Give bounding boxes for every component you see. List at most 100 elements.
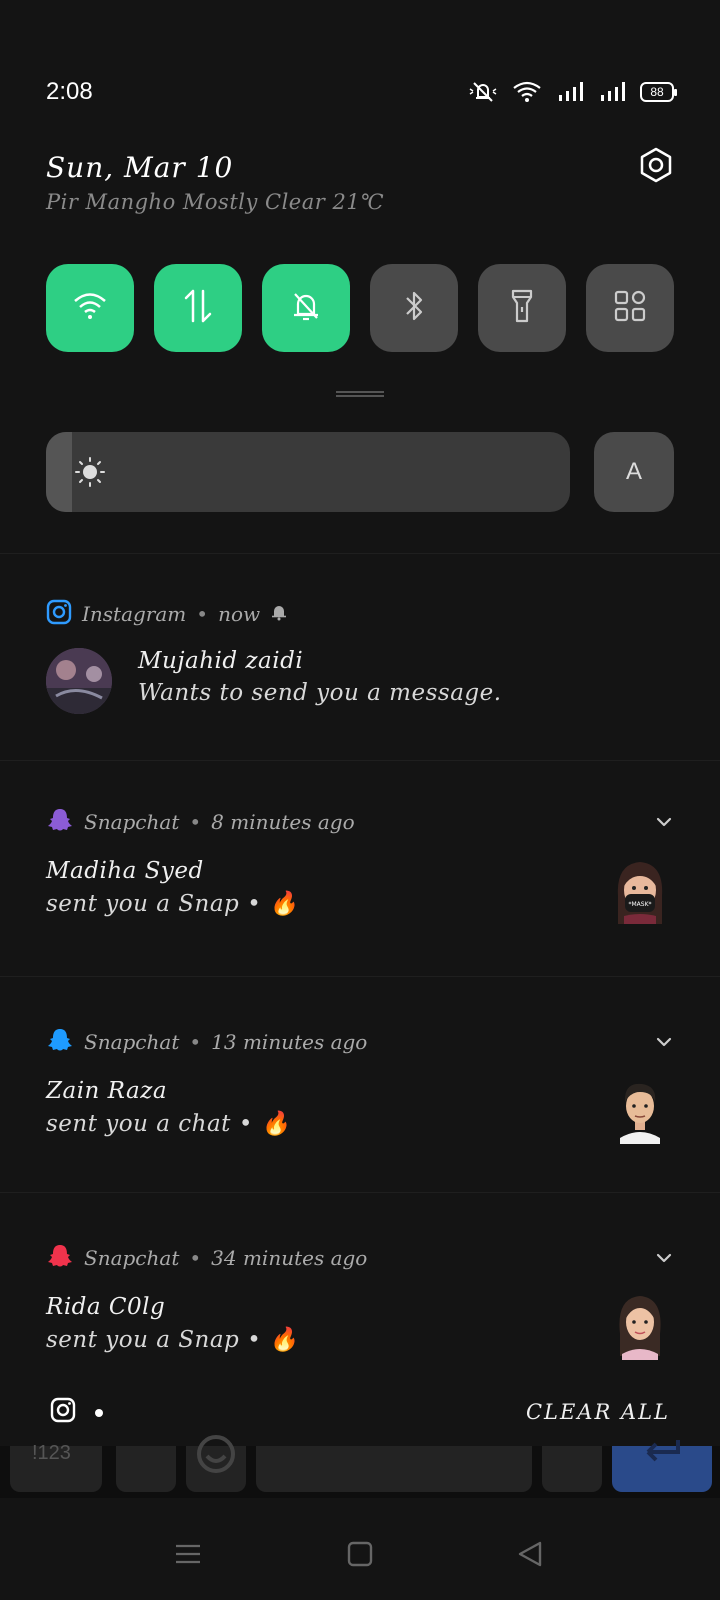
instagram-icon [46, 599, 72, 630]
notification-time: now [218, 602, 261, 626]
data-arrows-icon [180, 287, 216, 329]
separator-dot: • [247, 1326, 262, 1353]
settings-icon[interactable] [638, 147, 674, 187]
notification-snapchat[interactable]: Snapchat • 8 minutes ago Madiha Syed sen… [46, 808, 674, 924]
snapchat-icon [46, 1027, 74, 1058]
tile-more[interactable] [586, 264, 674, 352]
auto-brightness-button[interactable]: A [594, 432, 674, 512]
tile-flashlight[interactable] [478, 264, 566, 352]
clear-all-button[interactable]: CLEAR ALL [526, 1400, 670, 1424]
separator-dot: • [189, 1030, 202, 1054]
key-label: !123 [32, 1442, 71, 1464]
avatar [46, 648, 112, 714]
divider [0, 1192, 720, 1193]
svg-text:*MASK*: *MASK* [628, 901, 651, 908]
status-bar: 2:08 88 [46, 70, 677, 114]
notification-footer: CLEAR ALL [0, 1378, 720, 1446]
notification-time: 34 minutes ago [211, 1246, 368, 1270]
bluetooth-icon [399, 288, 429, 328]
divider [0, 553, 720, 554]
emoji-icon [197, 1435, 235, 1473]
notification-header: Snapchat • 13 minutes ago [46, 1028, 674, 1056]
notification-snapchat[interactable]: Snapchat • 13 minutes ago Zain Raza sent… [46, 1028, 674, 1144]
wifi-icon [72, 290, 108, 326]
keyboard-key: !123 [10, 1442, 102, 1492]
fire-emoji: 🔥 [261, 1111, 291, 1137]
notification-body-text: sent you a chat [46, 1110, 231, 1137]
bell-icon [270, 602, 288, 626]
status-icons: 88 [468, 80, 677, 104]
tile-bluetooth[interactable] [370, 264, 458, 352]
wifi-icon [512, 80, 542, 104]
notification-body: Wants to send you a message. [138, 680, 502, 706]
bitmoji-avatar [610, 1290, 670, 1360]
keyboard-key [542, 1446, 602, 1492]
notification-title: Zain Raza [46, 1078, 168, 1104]
weather-label: Pir Mangho Mostly Clear 21℃ [46, 190, 385, 214]
header-row: Sun, Mar 10 [46, 145, 674, 189]
tile-do-not-disturb[interactable] [262, 264, 350, 352]
notification-app-name: Snapchat [84, 1030, 180, 1054]
separator-dot: • [196, 602, 209, 626]
notification-time: 13 minutes ago [211, 1030, 368, 1054]
divider [0, 760, 720, 761]
sun-icon [74, 456, 106, 492]
quick-settings-tiles [46, 264, 674, 352]
notification-snapchat[interactable]: Snapchat • 34 minutes ago Rida C0lg sent… [46, 1244, 674, 1360]
separator-dot: • [189, 810, 202, 834]
chevron-down-icon[interactable] [654, 1032, 674, 1056]
keyboard-key [612, 1440, 712, 1492]
notification-title: Madiha Syed [46, 858, 204, 884]
chevron-down-icon[interactable] [654, 1248, 674, 1272]
notification-body: sent you a Snap • 🔥 [46, 1326, 674, 1354]
home-icon[interactable] [346, 1540, 374, 1572]
brightness-slider[interactable] [46, 432, 570, 512]
bell-off-icon [288, 288, 324, 328]
keyboard-key [256, 1446, 532, 1492]
notification-time: 8 minutes ago [211, 810, 355, 834]
notification-header: Instagram • now [46, 599, 674, 630]
notification-body-text: sent you a Snap [46, 890, 240, 917]
enter-icon [646, 1440, 680, 1462]
bitmoji-avatar: *MASK* [610, 856, 670, 926]
instagram-icon [50, 1397, 76, 1427]
separator-dot: • [238, 1110, 253, 1137]
fire-emoji: 🔥 [269, 891, 299, 917]
drag-handle[interactable] [336, 391, 384, 397]
tile-mobile-data[interactable] [154, 264, 242, 352]
notification-content: Mujahid zaidi Wants to send you a messag… [138, 648, 502, 706]
keyboard-key [186, 1435, 246, 1492]
fire-emoji: 🔥 [269, 1327, 299, 1353]
battery-indicator: 88 [640, 82, 677, 102]
bitmoji-avatar [610, 1074, 670, 1144]
grid-icon [613, 289, 647, 327]
separator-dot: • [247, 890, 262, 917]
notification-body: sent you a Snap • 🔥 [46, 890, 674, 918]
signal-icon [556, 80, 584, 104]
back-icon[interactable] [516, 1540, 544, 1572]
notification-body: sent you a chat • 🔥 [46, 1110, 674, 1138]
notification-header: Snapchat • 8 minutes ago [46, 808, 674, 836]
notification-title: Rida C0lg [46, 1294, 166, 1320]
chevron-down-icon[interactable] [654, 812, 674, 836]
dot-icon [94, 1403, 104, 1422]
date-label: Sun, Mar 10 [46, 150, 234, 184]
separator-dot: • [189, 1246, 202, 1270]
keyboard-key [116, 1446, 176, 1492]
notification-instagram[interactable]: Instagram • now [46, 599, 674, 630]
mute-icon [468, 80, 498, 104]
tile-wifi[interactable] [46, 264, 134, 352]
collapsed-app-icons [50, 1397, 104, 1427]
snapchat-icon [46, 1243, 74, 1274]
signal-icon [598, 80, 626, 104]
notification-app-name: Snapchat [84, 1246, 180, 1270]
notification-body-text: sent you a Snap [46, 1326, 240, 1353]
notification-header: Snapchat • 34 minutes ago [46, 1244, 674, 1272]
notification-app-name: Snapchat [84, 810, 180, 834]
notification-title: Mujahid zaidi [138, 648, 304, 674]
divider [0, 976, 720, 977]
flashlight-icon [507, 287, 537, 329]
notification-app-name: Instagram [82, 602, 187, 626]
snapchat-icon [46, 807, 74, 838]
menu-icon[interactable] [174, 1540, 202, 1572]
